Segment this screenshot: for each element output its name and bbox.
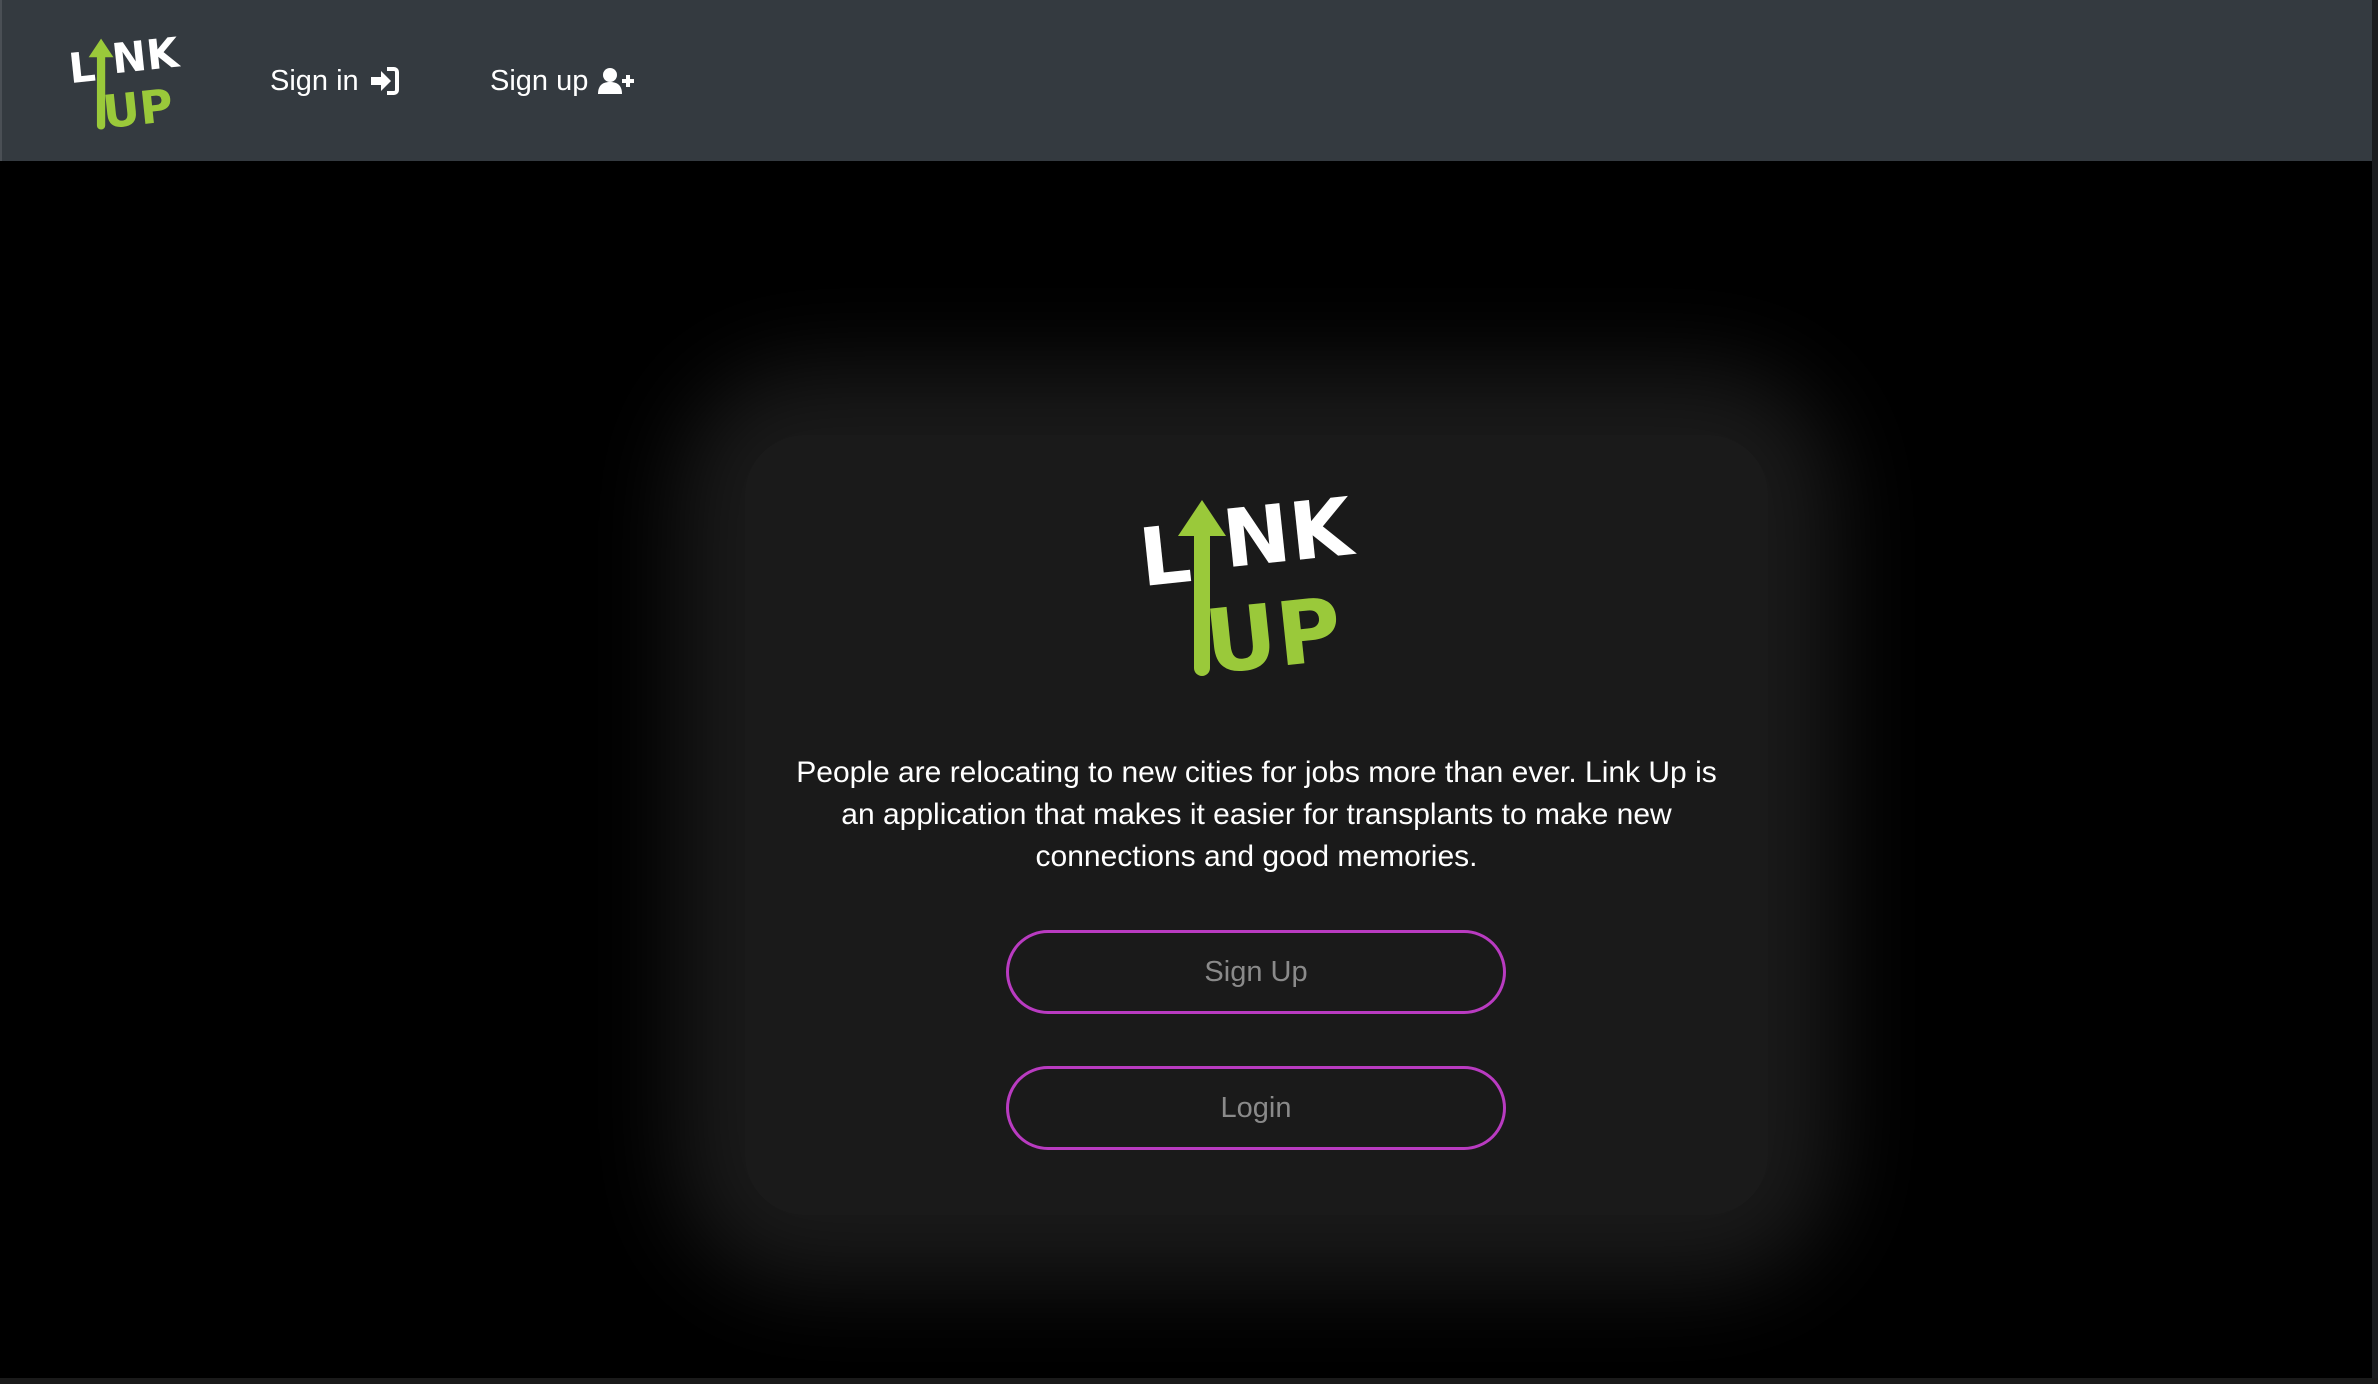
hero-logo-up-letters: UP — [1200, 578, 1346, 684]
logo-nk-letters: NK — [110, 30, 183, 83]
window-bottom-edge — [0, 1378, 2378, 1384]
nav-sign-up-link[interactable]: Sign up — [490, 58, 635, 104]
nav-sign-in-link[interactable]: Sign in — [270, 58, 399, 104]
top-navbar: L NK UP Sign in Sign up — [0, 0, 2372, 161]
login-button[interactable]: Login — [1006, 1066, 1506, 1150]
nav-sign-in-label: Sign in — [270, 65, 359, 97]
hero-logo-nk-letters: NK — [1218, 484, 1359, 586]
user-plus-icon — [598, 68, 635, 94]
link-up-logo-large: L NK UP — [1138, 484, 1359, 684]
nav-sign-up-label: Sign up — [490, 65, 589, 97]
logo-up-letters: UP — [100, 79, 175, 134]
logo-l-letter: L — [68, 43, 98, 93]
sign-up-button[interactable]: Sign Up — [1006, 930, 1506, 1014]
hero-logo-l-letter: L — [1138, 507, 1195, 605]
window-edge — [2372, 0, 2378, 1384]
hero-description: People are relocating to new cities for … — [796, 756, 1717, 873]
sign-in-icon — [370, 67, 399, 95]
link-up-logo-small[interactable]: L NK UP — [68, 30, 192, 134]
